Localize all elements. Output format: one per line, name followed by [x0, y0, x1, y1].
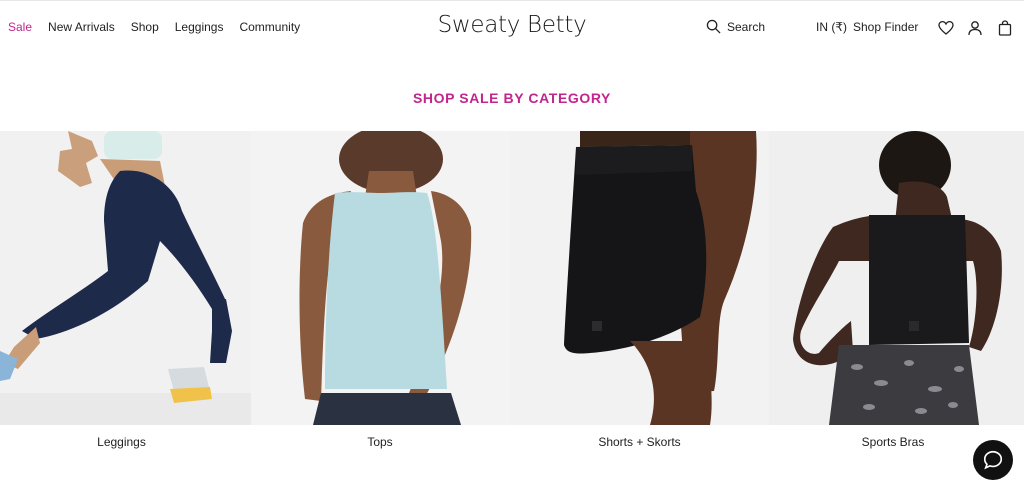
sports-bras-image	[769, 131, 1024, 425]
shop-finder-link[interactable]: Shop Finder	[853, 20, 918, 34]
leggings-image	[0, 131, 251, 425]
bag-button[interactable]	[997, 20, 1013, 36]
category-tile-shorts-skorts[interactable]	[510, 131, 769, 425]
bag-icon	[998, 20, 1012, 36]
search-button[interactable]: Search	[706, 19, 765, 34]
category-tile-sports-bras[interactable]	[769, 131, 1024, 425]
category-label-tops[interactable]: Tops	[243, 435, 517, 449]
site-header: Sale New Arrivals Shop Leggings Communit…	[0, 0, 1024, 56]
section-title: SHOP SALE BY CATEGORY	[412, 90, 611, 106]
shorts-image	[510, 131, 769, 425]
search-label: Search	[727, 19, 766, 34]
chat-bubble-icon	[983, 450, 1003, 470]
category-label-shorts-skorts[interactable]: Shorts + Skorts	[517, 435, 762, 449]
category-tile-tops[interactable]	[251, 131, 510, 425]
account-button[interactable]	[967, 20, 983, 36]
category-tile-leggings[interactable]	[0, 131, 251, 425]
wishlist-button[interactable]	[938, 20, 954, 36]
category-labels: Leggings Tops Shorts + Skorts Sports Bra…	[0, 435, 1024, 449]
search-icon	[706, 19, 721, 34]
chat-button[interactable]	[973, 440, 1013, 480]
user-icon	[968, 21, 982, 36]
heart-icon	[938, 20, 954, 35]
tops-image	[251, 131, 510, 425]
category-label-leggings[interactable]: Leggings	[0, 435, 243, 449]
category-grid	[0, 131, 1024, 425]
brand-logo-text[interactable]: Sweaty Betty	[438, 12, 587, 38]
locale-selector[interactable]: IN (₹)	[816, 20, 847, 34]
